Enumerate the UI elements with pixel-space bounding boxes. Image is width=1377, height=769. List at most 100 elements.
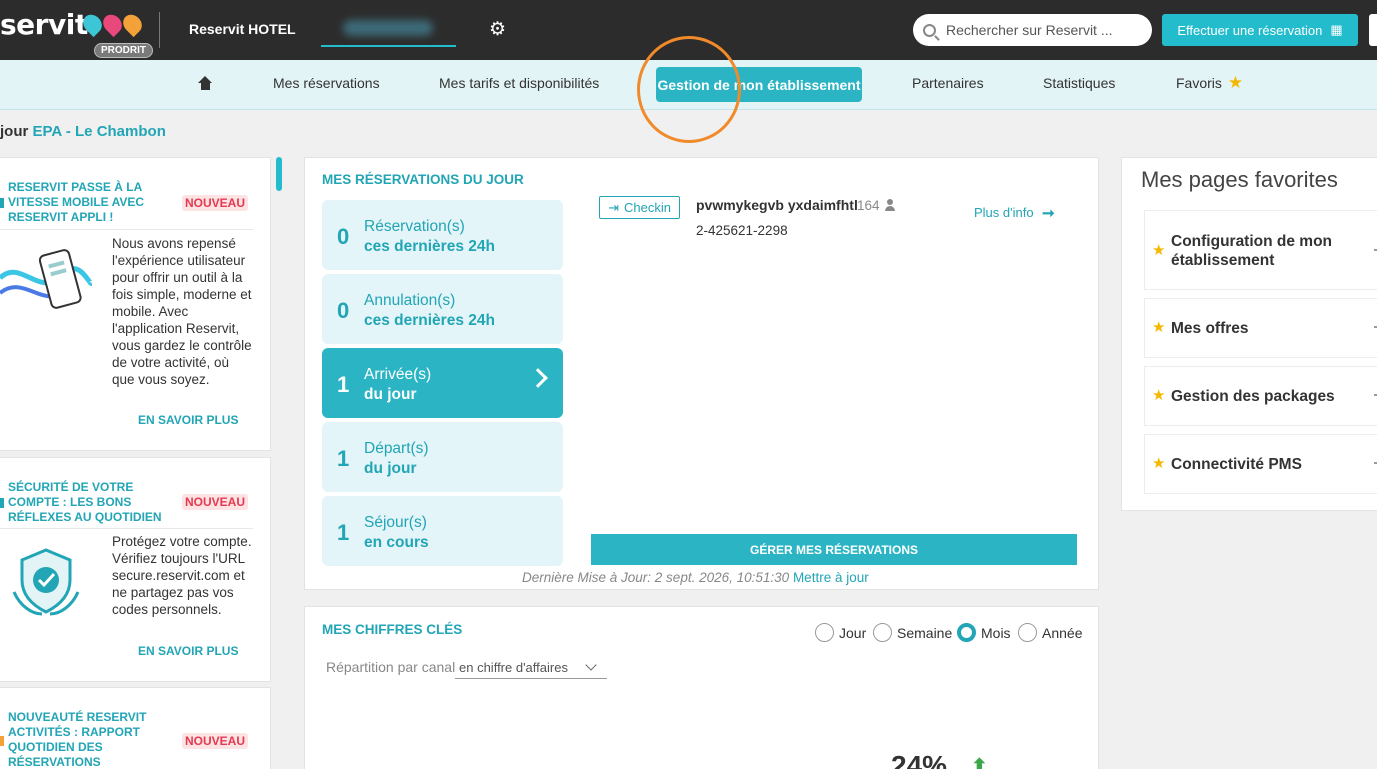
radio-button[interactable] — [873, 623, 892, 642]
favorites-title: Mes pages favorites — [1141, 167, 1338, 192]
channel-percentage: 24% — [891, 750, 948, 769]
star-icon: ★ — [1227, 73, 1244, 92]
pin-orange-icon — [119, 10, 146, 38]
guest-name: pvwmykegvb yxdaimfhtl — [696, 197, 858, 213]
logo-pins-icon — [79, 10, 146, 38]
tile-label: Annulation(s) — [364, 292, 456, 309]
news-title[interactable]: NOUVEAUTÉ RESERVIT ACTIVITÉS : RAPPORT Q… — [8, 710, 168, 769]
topbar-side-button[interactable] — [1369, 14, 1377, 46]
news-divider — [0, 528, 253, 529]
daily-reservations-title: MES RÉSERVATIONS DU JOUR — [322, 172, 524, 187]
make-reservation-label: Effectuer une réservation — [1177, 22, 1323, 38]
radio-button[interactable] — [815, 623, 834, 642]
news-title[interactable]: SÉCURITÉ DE VOTRE COMPTE : LES BONS RÉFL… — [8, 480, 168, 525]
logo-text: servit — [0, 8, 88, 41]
tile-count: 1 — [337, 372, 350, 397]
favorite-label: Configuration de mon établissement — [1171, 233, 1333, 269]
radio-button-selected[interactable] — [957, 623, 976, 642]
favorite-item[interactable]: ★ Configuration de mon établissement – — [1144, 210, 1377, 290]
star-icon: ★ — [1152, 387, 1166, 404]
tile-departures-today[interactable]: 1 Départ(s) du jour — [322, 422, 563, 492]
period-option-month[interactable]: Mois — [957, 623, 1011, 642]
nav-favoris-label: Favoris — [1176, 75, 1222, 91]
repartition-label: Répartition par canal — [326, 659, 456, 675]
arrow-right-icon[interactable]: ➞ — [1042, 204, 1055, 222]
gear-icon[interactable]: ⚙ — [489, 18, 506, 41]
make-reservation-button[interactable]: Effectuer une réservation ▦ — [1162, 14, 1358, 46]
favorite-item[interactable]: ★ Connectivité PMS – — [1144, 434, 1377, 494]
search-box[interactable] — [913, 14, 1152, 46]
breadcrumb-establishment[interactable]: EPA - Le Chambon — [33, 123, 166, 140]
star-icon: ★ — [1152, 242, 1166, 259]
tile-stays-ongoing[interactable]: 1 Séjour(s) en cours — [322, 496, 563, 566]
search-input[interactable] — [946, 22, 1131, 38]
radio-button[interactable] — [1018, 623, 1037, 642]
home-icon[interactable] — [198, 76, 213, 90]
news-divider — [0, 229, 253, 230]
period-option-day[interactable]: Jour — [815, 623, 866, 642]
checkin-button[interactable]: ⇥ Checkin — [599, 196, 680, 219]
hotel-name: Reservit HOTEL — [189, 21, 296, 37]
tile-count: 1 — [337, 446, 350, 471]
tile-sublabel: du jour — [364, 386, 417, 403]
nav-mes-reservations[interactable]: Mes réservations — [273, 75, 380, 91]
period-option-year[interactable]: Année — [1018, 623, 1082, 642]
guest-count: 164 — [857, 198, 880, 213]
favorite-label: Gestion des packages — [1171, 388, 1335, 405]
highlight-circle — [637, 36, 741, 143]
shield-icon — [12, 548, 80, 616]
tile-label: Départ(s) — [364, 440, 429, 457]
breadcrumb-prefix: jour — [0, 123, 29, 140]
divider — [159, 12, 160, 48]
star-icon: ★ — [1152, 319, 1166, 336]
favorite-item[interactable]: ★ Mes offres – — [1144, 298, 1377, 358]
favorite-item[interactable]: ★ Gestion des packages – — [1144, 366, 1377, 426]
reservit-logo[interactable]: servit — [0, 8, 88, 41]
tile-cancellations-24h[interactable]: 0 Annulation(s) ces dernières 24h — [322, 274, 563, 344]
chevron-right-icon — [528, 368, 548, 388]
nav-partenaires[interactable]: Partenaires — [912, 75, 984, 91]
tile-label: Arrivée(s) — [364, 366, 432, 383]
news-title[interactable]: RESERVIT PASSE À LA VITESSE MOBILE AVEC … — [8, 180, 168, 225]
tile-label: Séjour(s) — [364, 514, 427, 531]
nav-tarifs[interactable]: Mes tarifs et disponibilités — [439, 75, 599, 91]
news-marker — [0, 736, 4, 746]
env-badge: PRODRIT — [94, 43, 153, 58]
new-badge: NOUVEAU — [182, 195, 249, 211]
arrow-up-icon: ⬆ — [971, 756, 988, 769]
checkin-label: Checkin — [623, 200, 671, 215]
favorites-card: Mes pages favorites ★ Configuration de m… — [1121, 157, 1377, 511]
read-more-link[interactable]: EN SAVOIR PLUS — [138, 413, 238, 427]
favorite-label: Connectivité PMS — [1171, 456, 1302, 473]
nav-statistiques[interactable]: Statistiques — [1043, 75, 1115, 91]
tile-reservations-24h[interactable]: 0 Réservation(s) ces dernières 24h — [322, 200, 563, 270]
establishment-select[interactable] — [321, 14, 456, 47]
tile-count: 0 — [337, 298, 350, 323]
news-card: SÉCURITÉ DE VOTRE COMPTE : LES BONS RÉFL… — [0, 457, 271, 682]
pin-teal-icon — [79, 10, 106, 38]
period-option-week[interactable]: Semaine — [873, 623, 952, 642]
news-body: Nous avons repensé l'expérience utilisat… — [112, 236, 252, 387]
key-figures-title: MES CHIFFRES CLÉS — [322, 622, 463, 637]
tile-sublabel: du jour — [364, 460, 417, 477]
calendar-icon: ▦ — [1330, 22, 1343, 37]
nav-favoris[interactable]: Favoris ★ — [1176, 73, 1243, 93]
refresh-link[interactable]: Mettre à jour — [793, 570, 869, 585]
star-icon: ★ — [1152, 455, 1166, 472]
more-info-link[interactable]: Plus d'info — [974, 205, 1034, 220]
reservation-reference: 2-425621-2298 — [696, 223, 788, 238]
scrollbar-thumb[interactable] — [276, 157, 282, 191]
new-badge: NOUVEAU — [182, 733, 249, 749]
new-badge: NOUVEAU — [182, 494, 249, 510]
mobile-app-illustration — [0, 249, 92, 309]
manage-reservations-button[interactable]: GÉRER MES RÉSERVATIONS — [591, 534, 1077, 565]
revenue-metric-select[interactable]: en chiffre d'affaires — [455, 657, 607, 679]
blurred-establishment-name — [343, 20, 433, 36]
pin-pink-icon — [99, 10, 126, 38]
read-more-link[interactable]: EN SAVOIR PLUS — [138, 644, 238, 658]
tile-arrivals-today[interactable]: 1 Arrivée(s) du jour — [322, 348, 563, 418]
period-label: Année — [1042, 624, 1083, 641]
dropdown-value: en chiffre d'affaires — [459, 660, 568, 675]
tile-sublabel: en cours — [364, 534, 429, 551]
news-marker — [0, 198, 4, 208]
